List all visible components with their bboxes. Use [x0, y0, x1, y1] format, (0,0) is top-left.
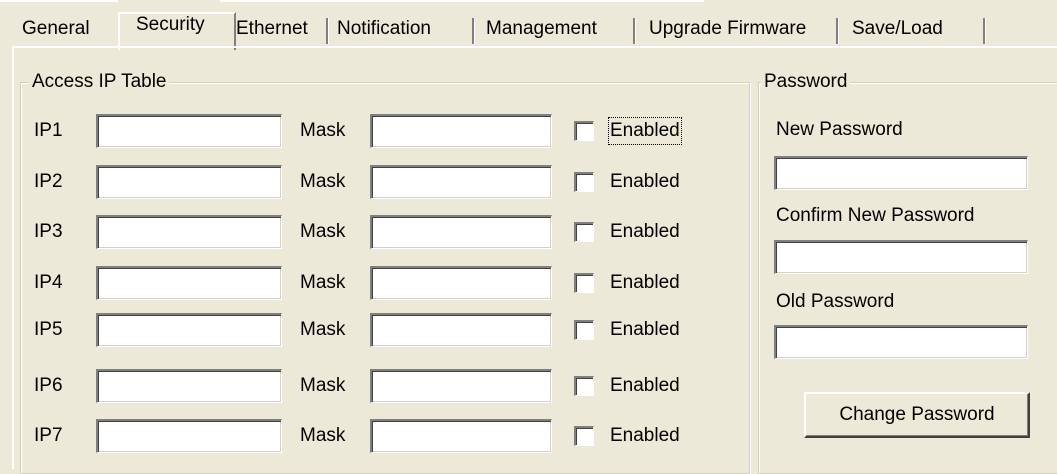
- tab-label: Save/Load: [852, 18, 943, 39]
- enabled-label[interactable]: Enabled: [610, 318, 680, 342]
- mask1-input[interactable]: [370, 114, 552, 148]
- tab-security[interactable]: Security: [136, 14, 226, 36]
- ip-label: IP7: [34, 425, 63, 446]
- mask-label: Mask: [300, 221, 346, 242]
- tab-management[interactable]: Management: [486, 18, 636, 44]
- change-password-button[interactable]: Change Password: [804, 392, 1030, 438]
- ip4-input[interactable]: [96, 266, 282, 300]
- ip-label: IP6: [34, 375, 63, 396]
- tab-bar-edge: [0, 0, 118, 2]
- mask-label: Mask: [300, 375, 346, 396]
- tab-label: Notification: [337, 18, 431, 39]
- new-password-label: New Password: [776, 119, 903, 140]
- tab-label: Security: [136, 14, 205, 35]
- enabled-label[interactable]: Enabled: [610, 170, 680, 194]
- ip-label: IP3: [34, 221, 63, 242]
- ip1-enabled-checkbox[interactable]: [574, 121, 594, 141]
- mask5-input[interactable]: [370, 313, 552, 347]
- enabled-label[interactable]: Enabled: [610, 220, 680, 244]
- ip7-input[interactable]: [96, 419, 282, 453]
- tab-bar-edge: [220, 0, 704, 2]
- tab-upgrade-firmware[interactable]: Upgrade Firmware: [649, 18, 839, 44]
- mask-label: Mask: [300, 272, 346, 293]
- tab-label: General: [22, 18, 90, 39]
- confirm-password-field[interactable]: [774, 240, 1028, 274]
- mask-label: Mask: [300, 319, 346, 340]
- ip-label: IP4: [34, 272, 63, 293]
- tab-separator: [836, 18, 839, 44]
- mask2-input[interactable]: [370, 165, 552, 199]
- mask3-input[interactable]: [370, 215, 552, 249]
- ip1-input[interactable]: [96, 114, 282, 148]
- tab-save-load[interactable]: Save/Load: [852, 18, 986, 44]
- confirm-password-label: Confirm New Password: [776, 205, 975, 226]
- enabled-label[interactable]: Enabled: [610, 424, 680, 448]
- mask7-input[interactable]: [370, 419, 552, 453]
- ip4-enabled-checkbox[interactable]: [574, 273, 594, 293]
- ip7-enabled-checkbox[interactable]: [574, 426, 594, 446]
- mask6-input[interactable]: [370, 369, 552, 403]
- ip-label: IP5: [34, 319, 63, 340]
- new-password-field[interactable]: [774, 156, 1028, 190]
- ip5-input[interactable]: [96, 313, 282, 347]
- ip6-input[interactable]: [96, 369, 282, 403]
- ip3-input[interactable]: [96, 215, 282, 249]
- ip-label: IP2: [34, 171, 63, 192]
- tab-separator: [326, 18, 329, 44]
- mask-label: Mask: [300, 425, 346, 446]
- enabled-label[interactable]: Enabled: [610, 374, 680, 398]
- old-password-field[interactable]: [774, 325, 1028, 359]
- tab-label: Ethernet: [236, 18, 308, 39]
- tab-separator: [633, 18, 636, 44]
- access-ip-table-title: Access IP Table: [29, 70, 170, 94]
- old-password-label: Old Password: [776, 291, 895, 312]
- password-title: Password: [761, 70, 851, 94]
- tab-separator: [472, 18, 475, 44]
- tab-notification[interactable]: Notification: [337, 18, 475, 44]
- tab-label: Management: [486, 18, 597, 39]
- ip2-input[interactable]: [96, 165, 282, 199]
- mask-label: Mask: [300, 171, 346, 192]
- mask4-input[interactable]: [370, 266, 552, 300]
- tab-ethernet[interactable]: Ethernet: [236, 18, 329, 44]
- enabled-label[interactable]: Enabled: [608, 117, 682, 145]
- enabled-label[interactable]: Enabled: [610, 271, 680, 295]
- ip3-enabled-checkbox[interactable]: [574, 222, 594, 242]
- ip-label: IP1: [34, 120, 63, 141]
- ip2-enabled-checkbox[interactable]: [574, 172, 594, 192]
- tab-separator: [983, 18, 986, 44]
- tab-bar: General Security Ethernet Notification M…: [0, 0, 1057, 50]
- tab-general[interactable]: General: [22, 18, 118, 40]
- ip5-enabled-checkbox[interactable]: [574, 320, 594, 340]
- ip6-enabled-checkbox[interactable]: [574, 376, 594, 396]
- mask-label: Mask: [300, 120, 346, 141]
- tab-label: Upgrade Firmware: [649, 18, 807, 39]
